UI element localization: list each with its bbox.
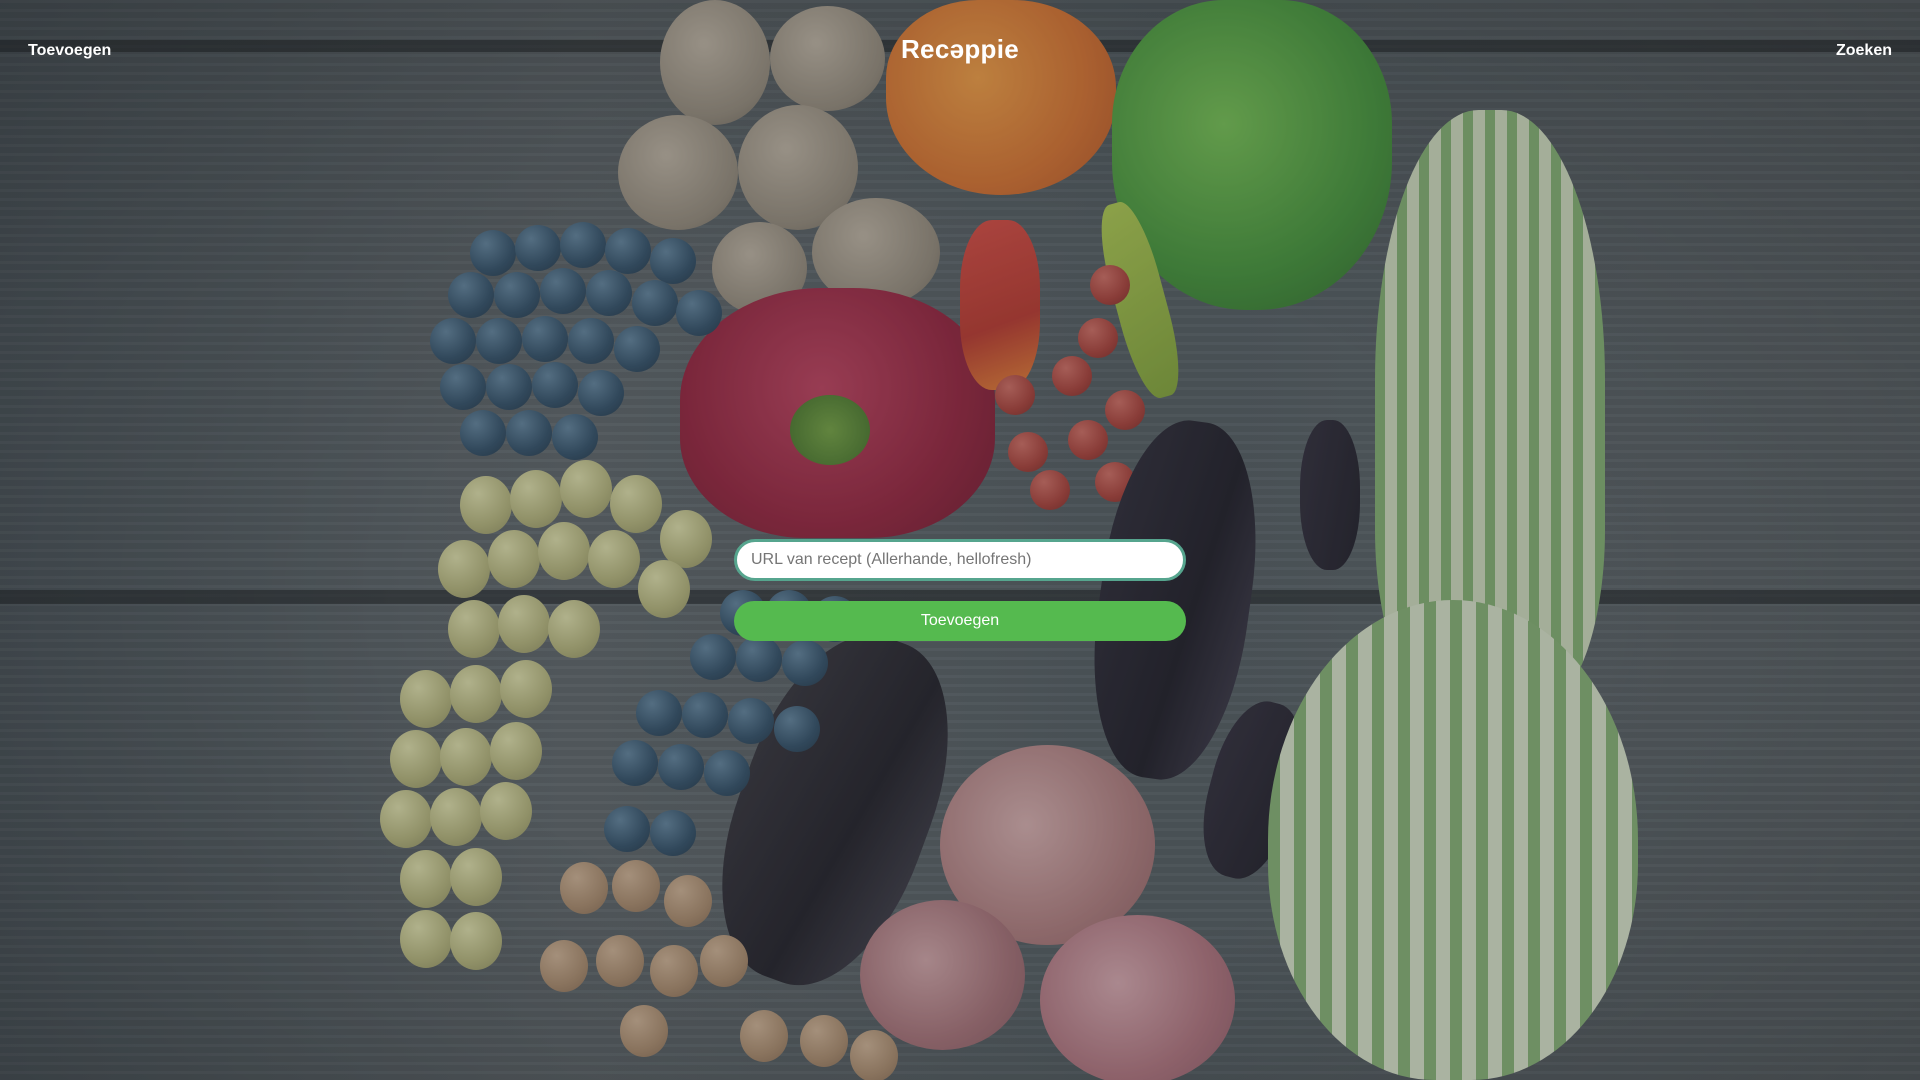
nav-search-link[interactable]: Zoeken — [1836, 42, 1892, 60]
add-recipe-form: Toevoegen — [734, 539, 1186, 641]
recipe-url-input[interactable] — [734, 539, 1186, 581]
page: Toevoegen Recəppie Zoeken Toevoegen — [0, 0, 1920, 1080]
brand-logo[interactable]: Recəppie — [0, 34, 1920, 65]
add-recipe-button[interactable]: Toevoegen — [734, 601, 1186, 641]
